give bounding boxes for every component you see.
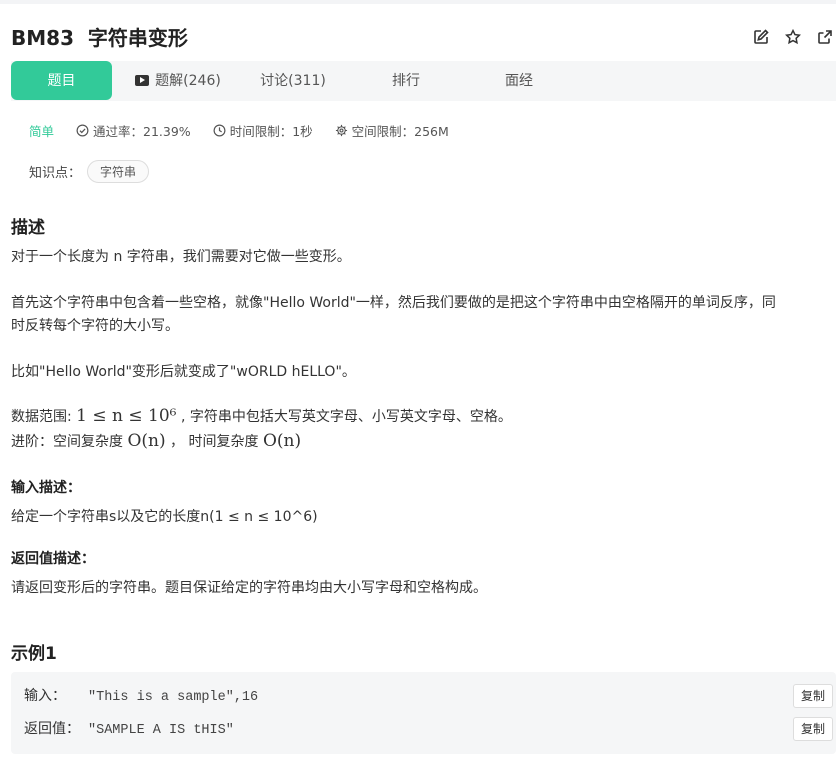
- input-description: 给定一个字符串s以及它的长度n(1 ≤ n ≤ 10^6): [11, 509, 318, 525]
- problem-meta: 简单 通过率：21.39% 时间限制：1秒 空间限制：256M: [29, 121, 471, 139]
- knowledge-tag[interactable]: 字符串: [87, 160, 150, 183]
- data-range-math: 1 ≤ n ≤ 10⁶: [76, 406, 177, 426]
- output-description: 请返回变形后的字符串。题目保证给定的字符串均由大小写字母和空格构成。: [11, 580, 487, 596]
- tab-ranking[interactable]: 排行: [356, 61, 456, 101]
- advanced-mid: ， 时间复杂度: [165, 434, 263, 450]
- share-icon[interactable]: [814, 26, 836, 48]
- example-input-value: "This is a sample",16: [88, 690, 259, 705]
- tab-discussion[interactable]: 讨论(311): [243, 61, 343, 101]
- advanced-prefix: 进阶：空间复杂度: [11, 434, 128, 450]
- video-icon: [135, 75, 150, 86]
- knowledge-label: 知识点：: [29, 166, 82, 181]
- copy-output-button[interactable]: 复制: [793, 717, 833, 741]
- copy-input-button[interactable]: 复制: [793, 684, 833, 708]
- chip-icon: [335, 124, 347, 136]
- star-icon[interactable]: [782, 26, 804, 48]
- example-heading: 示例1: [11, 644, 57, 664]
- data-range-suffix: , 字符串中包括大写英文字母、小写英文字母、空格。: [176, 409, 512, 425]
- data-range: 数据范围: 1 ≤ n ≤ 10⁶ , 字符串中包括大写英文字母、小写英文字母、…: [11, 405, 512, 429]
- example-input-label: 输入：: [24, 688, 66, 704]
- description-p3: 比如"Hello World"变形后就变成了"wORLD hELLO"。: [11, 364, 356, 380]
- time-limit-text: 时间限制：1秒: [229, 123, 313, 139]
- difficulty-badge: 简单: [29, 123, 55, 139]
- clock-icon: [213, 124, 226, 136]
- output-heading: 返回值描述：: [11, 551, 95, 567]
- data-range-prefix: 数据范围:: [11, 409, 77, 425]
- time-limit: 时间限制：1秒: [213, 121, 313, 140]
- problem-header: BM83 字符串变形: [11, 22, 836, 52]
- pass-rate-text: 通过率：21.39%: [93, 123, 191, 139]
- space-complexity-math: O(n): [127, 431, 166, 451]
- description-heading: 描述: [11, 218, 45, 238]
- example-output-value: "SAMPLE A IS tHIS": [88, 723, 234, 738]
- pass-rate: 通过率：21.39%: [76, 121, 191, 140]
- description-p2-line1: 首先这个字符串中包含着一些空格，就像"Hello World"一样，然后我们要做…: [11, 295, 776, 311]
- space-limit-text: 空间限制：256M: [351, 123, 449, 139]
- description-p1: 对于一个长度为 n 字符串，我们需要对它做一些变形。: [11, 249, 351, 265]
- time-complexity-math: O(n): [262, 431, 302, 451]
- knowledge-points: 知识点： 字符串: [29, 160, 150, 183]
- example-box: 输入： "This is a sample",16 复制 返回值： "SAMPLE …: [11, 672, 836, 754]
- tab-interview[interactable]: 面经: [469, 61, 569, 101]
- tab-solutions-label: 题解(246): [155, 73, 221, 89]
- header-actions: [750, 26, 836, 48]
- example-output-label: 返回值：: [24, 721, 80, 737]
- check-circle-icon: [76, 124, 89, 136]
- advanced-complexity: 进阶：空间复杂度 O(n) ， 时间复杂度 O(n): [11, 430, 301, 454]
- description-p2-line2: 时反转每个字符的大小写。: [11, 318, 179, 334]
- example-input-row: 输入： "This is a sample",16: [24, 684, 258, 708]
- space-limit: 空间限制：256M: [335, 121, 449, 140]
- input-heading: 输入描述：: [11, 480, 81, 496]
- edit-icon[interactable]: [750, 26, 772, 48]
- tab-bar: 题目 题解(246) 讨论(311) 排行 面经: [11, 61, 836, 101]
- top-strip: [0, 0, 836, 4]
- tab-solutions[interactable]: 题解(246): [123, 61, 233, 101]
- tab-problem[interactable]: 题目: [11, 61, 112, 100]
- example-output-row: 返回值： "SAMPLE A IS tHIS": [24, 717, 234, 741]
- problem-title: BM83 字符串变形: [11, 26, 188, 50]
